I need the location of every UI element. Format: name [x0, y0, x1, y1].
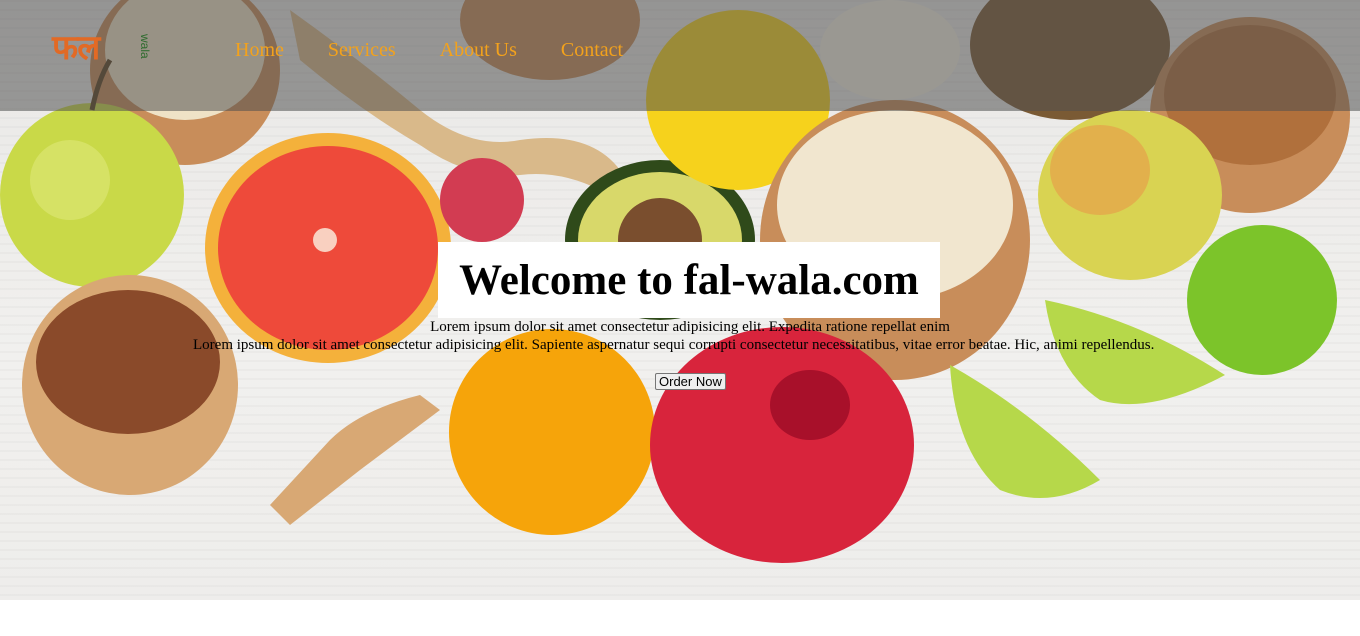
page-bottom-strip [0, 600, 1360, 636]
lime [1187, 225, 1337, 375]
lime-wedge-2 [950, 365, 1100, 498]
logo-subtext: wala [138, 34, 152, 59]
nav-link-home[interactable]: Home [235, 38, 284, 62]
order-now-button[interactable]: Order Now [655, 373, 726, 390]
site-logo[interactable]: फल wala [52, 28, 152, 72]
main-nav: Home Services About Us Contact [235, 38, 667, 62]
hero-tagline: Lorem ipsum dolor sit amet consectetur a… [430, 319, 950, 335]
orange [449, 329, 655, 535]
hero-description: Lorem ipsum dolor sit amet consectetur a… [193, 337, 1155, 353]
logo-text: फल [52, 28, 100, 68]
hero-section: फल wala Home Services About Us Contact W… [0, 0, 1360, 636]
nav-link-about-us[interactable]: About Us [440, 38, 517, 62]
page-title: Welcome to fal-wala.com [459, 256, 919, 304]
lychee [440, 158, 524, 242]
sesame-scoop [270, 395, 440, 525]
welcome-box: Welcome to fal-wala.com [438, 242, 940, 318]
pomegranate [650, 327, 914, 563]
nav-link-contact[interactable]: Contact [561, 38, 623, 62]
top-navbar: फल wala Home Services About Us Contact [0, 0, 1360, 111]
nav-link-services[interactable]: Services [328, 38, 396, 62]
